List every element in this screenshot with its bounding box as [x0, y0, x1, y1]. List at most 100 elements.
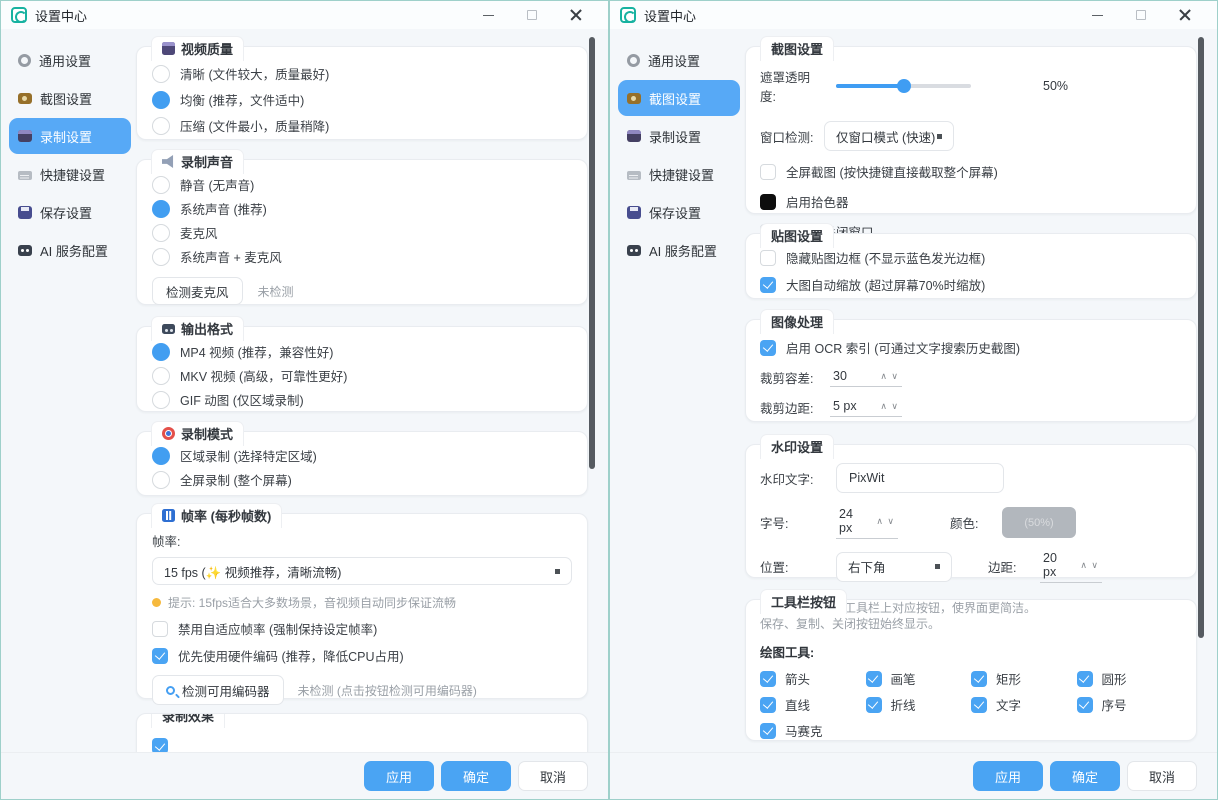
window-detect-select[interactable]: 仅窗口模式 (快速) [824, 121, 954, 151]
ok-button[interactable]: 确定 [1050, 761, 1120, 791]
radio-quality-clear[interactable]: 清晰 (文件较大，质量最好) [152, 64, 572, 83]
checkbox-checked-icon[interactable] [971, 697, 987, 713]
sidebar-item-save[interactable]: 保存设置 [618, 197, 740, 227]
sidebar-item-general[interactable]: 通用设置 [618, 45, 740, 75]
radio-quality-compress[interactable]: 压缩 (文件最小，质量稍降) [152, 116, 572, 135]
checkbox-checked-icon[interactable] [152, 648, 168, 664]
radio-icon[interactable] [152, 65, 170, 83]
radio-sound-mute[interactable]: 静音 (无声音) [152, 175, 572, 194]
sidebar-item-ai[interactable]: AI 服务配置 [618, 235, 740, 265]
spinner-arrows-icon[interactable]: ∧ ∨ [880, 371, 899, 382]
maximize-button[interactable] [1119, 2, 1163, 28]
apply-button[interactable]: 应用 [364, 761, 434, 791]
sidebar-item-recording[interactable]: 录制设置 [9, 118, 131, 154]
radio-checked-icon[interactable] [152, 91, 170, 109]
checkbox-fullscreen-capture[interactable]: 全屏截图 (按快捷键直接截取整个屏幕) [760, 162, 1182, 181]
sidebar-item-save[interactable]: 保存设置 [9, 197, 131, 227]
position-select[interactable]: 右下角 [836, 552, 952, 582]
checkbox-black-icon[interactable] [760, 194, 776, 210]
apply-button[interactable]: 应用 [973, 761, 1043, 791]
color-swatch-button[interactable]: (50%) [1002, 507, 1076, 538]
checkbox-checked-icon[interactable] [760, 697, 776, 713]
cancel-button[interactable]: 取消 [518, 761, 588, 791]
radio-sound-system[interactable]: 系统声音 (推荐) [152, 199, 572, 218]
checkbox-tool-line[interactable]: 直线 [760, 695, 866, 714]
radio-icon[interactable] [152, 224, 170, 242]
watermark-text-input[interactable]: PixWit [836, 463, 1004, 493]
scrollbar-thumb[interactable] [589, 37, 595, 469]
slider-thumb[interactable] [897, 79, 911, 93]
radio-icon[interactable] [152, 367, 170, 385]
checkbox-tool-pen[interactable]: 画笔 [866, 669, 972, 688]
checkbox-icon[interactable] [760, 250, 776, 266]
radio-format-mp4[interactable]: MP4 视频 (推荐，兼容性好) [152, 342, 572, 361]
radio-checked-icon[interactable] [152, 447, 170, 465]
radio-format-mkv[interactable]: MKV 视频 (高级，可靠性更好) [152, 366, 572, 385]
sidebar-item-recording[interactable]: 录制设置 [618, 121, 740, 151]
checkbox-hide-pin-border[interactable]: 隐藏贴图边框 (不显示蓝色发光边框) [760, 248, 1182, 267]
checkbox-checked-icon[interactable] [1077, 697, 1093, 713]
minimize-button[interactable] [466, 2, 510, 28]
sidebar-item-ai[interactable]: AI 服务配置 [9, 235, 131, 265]
checkbox-disable-adaptive[interactable]: 禁用自适应帧率 (强制保持设定帧率) [152, 619, 572, 638]
checkbox-tool-number[interactable]: 序号 [1077, 695, 1183, 714]
radio-mode-fullscreen[interactable]: 全屏录制 (整个屏幕) [152, 470, 572, 489]
radio-icon[interactable] [152, 471, 170, 489]
margin-spinner[interactable]: 20 px ∧ ∨ [1040, 550, 1102, 583]
checkbox-tool-rectangle[interactable]: 矩形 [971, 669, 1077, 688]
checkbox-tool-circle[interactable]: 圆形 [1077, 669, 1183, 688]
checkbox-ocr-index[interactable]: 启用 OCR 索引 (可通过文字搜索历史截图) [760, 338, 1182, 357]
checkbox-checked-icon[interactable] [866, 671, 882, 687]
radio-icon[interactable] [152, 117, 170, 135]
sidebar-item-hotkeys[interactable]: 快捷键设置 [618, 159, 740, 189]
checkbox-icon[interactable] [152, 621, 168, 637]
checkbox-icon[interactable] [760, 164, 776, 180]
mask-opacity-slider[interactable] [836, 84, 971, 88]
radio-icon[interactable] [152, 176, 170, 194]
checkbox-tool-arrow[interactable]: 箭头 [760, 669, 866, 688]
checkbox-checked-icon[interactable] [866, 697, 882, 713]
sidebar-item-hotkeys[interactable]: 快捷键设置 [9, 159, 131, 189]
radio-sound-mic[interactable]: 麦克风 [152, 223, 572, 242]
radio-format-gif[interactable]: GIF 动图 (仅区域录制) [152, 390, 572, 409]
radio-icon[interactable] [152, 391, 170, 409]
detect-mic-button[interactable]: 检测麦克风 [152, 277, 243, 305]
radio-checked-icon[interactable] [152, 200, 170, 218]
radio-checked-icon[interactable] [152, 343, 170, 361]
font-size-spinner[interactable]: 24 px ∧ ∨ [836, 506, 898, 539]
maximize-button[interactable] [510, 2, 554, 28]
checkbox-auto-scale[interactable]: 大图自动缩放 (超过屏幕70%时缩放) [760, 275, 1182, 294]
minimize-button[interactable] [1075, 2, 1119, 28]
cancel-button[interactable]: 取消 [1127, 761, 1197, 791]
checkbox-checked-icon[interactable] [760, 723, 776, 739]
detect-encoder-button[interactable]: 检测可用编码器 [152, 675, 284, 705]
radio-icon[interactable] [152, 248, 170, 266]
spinner-arrows-icon[interactable]: ∧ ∨ [880, 401, 899, 412]
spinner-arrows-icon[interactable]: ∧ ∨ [1080, 560, 1099, 571]
radio-mode-region[interactable]: 区域录制 (选择特定区域) [152, 446, 572, 465]
checkbox-checked-icon[interactable] [760, 277, 776, 293]
checkbox-tool-polyline[interactable]: 折线 [866, 695, 972, 714]
crop-tolerance-spinner[interactable]: 30 ∧ ∨ [830, 368, 902, 387]
radio-quality-balanced[interactable]: 均衡 (推荐，文件适中) [152, 90, 572, 109]
checkbox-tool-text[interactable]: 文字 [971, 695, 1077, 714]
sidebar-item-screenshot[interactable]: 截图设置 [9, 83, 131, 113]
checkbox-checked-icon[interactable] [760, 671, 776, 687]
checkbox-checked-icon[interactable] [1077, 671, 1093, 687]
film-icon [162, 509, 175, 522]
sidebar-item-screenshot[interactable]: 截图设置 [618, 80, 740, 116]
checkbox-tool-mosaic[interactable]: 马赛克 [760, 721, 866, 740]
sidebar-item-general[interactable]: 通用设置 [9, 45, 131, 75]
scrollbar-thumb[interactable] [1198, 37, 1204, 638]
close-button[interactable] [1163, 2, 1207, 28]
framerate-select[interactable]: 15 fps (✨ 视频推荐，清晰流畅) [152, 557, 572, 585]
checkbox-checked-icon[interactable] [971, 671, 987, 687]
checkbox-color-picker[interactable]: 启用拾色器 [760, 192, 1182, 211]
close-button[interactable] [554, 2, 598, 28]
radio-sound-system-mic[interactable]: 系统声音 + 麦克风 [152, 247, 572, 266]
checkbox-hardware-encode[interactable]: 优先使用硬件编码 (推荐，降低CPU占用) [152, 646, 572, 665]
spinner-arrows-icon[interactable]: ∧ ∨ [876, 516, 895, 527]
crop-margin-spinner[interactable]: 5 px ∧ ∨ [830, 398, 902, 417]
checkbox-checked-icon[interactable] [760, 340, 776, 356]
ok-button[interactable]: 确定 [441, 761, 511, 791]
